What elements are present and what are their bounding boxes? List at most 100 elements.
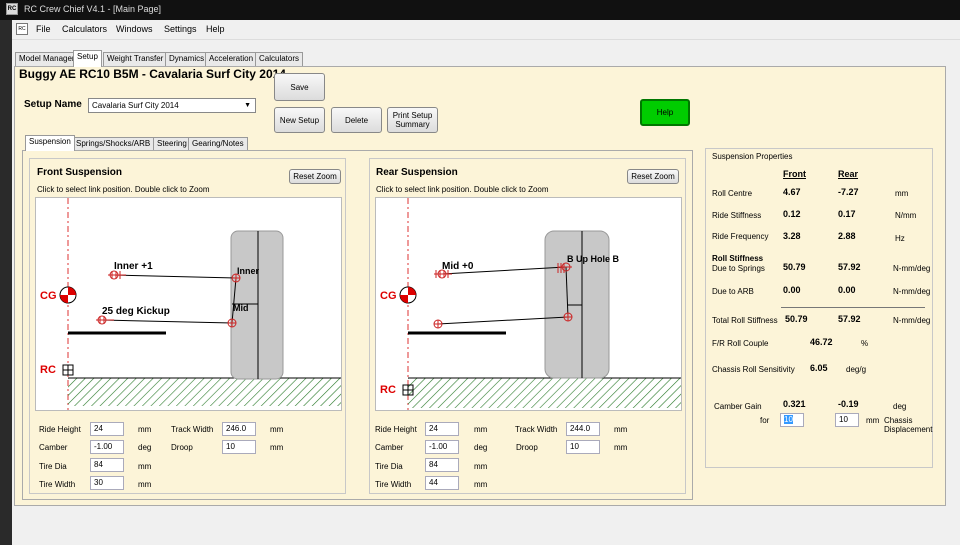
rear-suspension-title: Rear Suspension <box>376 167 458 178</box>
menu-settings[interactable]: Settings <box>164 24 197 34</box>
front-camber-label: Camber <box>39 443 68 452</box>
tab-calculators[interactable]: Calculators <box>255 52 304 66</box>
tab-acceleration[interactable]: Acceleration <box>205 52 258 66</box>
rear-droop-input[interactable]: 10 <box>566 440 600 454</box>
rear-tire-width-input[interactable]: 44 <box>425 476 459 490</box>
rear-cg-label: CG <box>380 290 397 302</box>
front-inner-pivot-markers[interactable] <box>96 270 241 328</box>
menu-help[interactable]: Help <box>206 24 225 34</box>
camber-gain-unit: deg <box>893 402 907 411</box>
sum-divider <box>781 307 925 308</box>
front-geometry-svg[interactable]: CG RC Inner +1 25 deg Kickup Inner Mid <box>36 198 342 411</box>
print-setup-summary-button[interactable]: Print Setup Summary <box>387 107 438 133</box>
front-tire-width-input[interactable]: 30 <box>90 476 124 490</box>
rear-suspension-hint: Click to select link position. Double cl… <box>376 185 549 194</box>
chevron-down-icon[interactable]: ▼ <box>244 99 251 112</box>
front-cg-label: CG <box>40 290 57 302</box>
rear-ride-height-unit: mm <box>474 425 488 434</box>
due-springs-unit: N-mm/deg <box>893 264 931 273</box>
front-ride-height-label: Ride Height <box>39 425 81 434</box>
title-bar: RC RC Crew Chief V4.1 - [Main Page] <box>0 0 960 20</box>
rear-tire-dia-label: Tire Dia <box>375 462 403 471</box>
front-ride-height-input[interactable]: 24 <box>90 422 124 436</box>
chassis-displacement-label: Chassis Displacement <box>884 416 933 434</box>
front-reset-zoom-button[interactable]: Reset Zoom <box>289 169 341 184</box>
save-button[interactable]: Save <box>274 73 325 101</box>
menu-windows[interactable]: Windows <box>116 24 153 34</box>
front-tire-dia-label: Tire Dia <box>39 462 67 471</box>
props-front-header: Front <box>783 169 806 179</box>
rc-marker-icon <box>62 364 74 376</box>
front-tire-width-label: Tire Width <box>39 480 76 489</box>
ride-frequency-unit: Hz <box>895 234 905 243</box>
tab-gearing-notes[interactable]: Gearing/Notes <box>188 137 248 150</box>
front-tire-dia-unit: mm <box>138 462 152 471</box>
for-label: for <box>760 416 770 425</box>
setup-name-select[interactable]: Cavalaria Surf City 2014 ▼ <box>88 98 256 113</box>
menu-calculators[interactable]: Calculators <box>62 24 107 34</box>
rear-track-width-label: Track Width <box>515 425 558 434</box>
rear-droop-label: Droop <box>516 443 538 452</box>
rear-track-width-unit: mm <box>614 425 628 434</box>
front-camber-input[interactable]: -1.00 <box>90 440 124 454</box>
menu-bar: RC File Calculators Windows Settings Hel… <box>12 20 960 40</box>
delete-button[interactable]: Delete <box>331 107 382 133</box>
camber-gain-label: Camber Gain <box>714 402 762 411</box>
page-title: Buggy AE RC10 B5M - Cavalaria Surf City … <box>19 67 286 81</box>
displacement-front-value: 10 <box>784 415 793 424</box>
front-ground-hatch <box>68 378 341 406</box>
tab-suspension[interactable]: Suspension <box>25 135 75 151</box>
roll-centre-front: 4.67 <box>783 187 801 197</box>
displacement-front-input[interactable]: 10 <box>780 413 804 427</box>
front-suspension-diagram[interactable]: CG RC Inner +1 25 deg Kickup Inner Mid <box>35 197 342 411</box>
displacement-rear-input[interactable]: 10 <box>835 413 859 427</box>
front-track-width-label: Track Width <box>171 425 214 434</box>
ride-stiffness-label: Ride Stiffness <box>712 211 762 220</box>
front-droop-label: Droop <box>171 443 193 452</box>
camber-gain-rear: -0.19 <box>838 399 859 409</box>
rear-tire-dia-input[interactable]: 84 <box>425 458 459 472</box>
front-outer-mid-label: Mid <box>233 303 249 313</box>
rear-tire-width-label: Tire Width <box>375 480 412 489</box>
fr-couple-value: 46.72 <box>810 337 833 347</box>
tab-weight-transfer[interactable]: Weight Transfer <box>103 52 168 66</box>
new-setup-button[interactable]: New Setup <box>274 107 325 133</box>
rear-outer-top-label: B Up Hole B <box>567 254 620 264</box>
menu-file[interactable]: File <box>36 24 51 34</box>
front-droop-unit: mm <box>270 443 284 452</box>
rear-track-width-input[interactable]: 244.0 <box>566 422 600 436</box>
front-kickup-label: 25 deg Kickup <box>102 306 170 317</box>
front-suspension-hint: Click to select link position. Double cl… <box>37 185 210 194</box>
setup-name-value: Cavalaria Surf City 2014 <box>92 101 179 110</box>
rear-geometry-svg[interactable]: CG RC Mid +0 B Up Hole B <box>376 198 682 411</box>
tab-setup[interactable]: Setup <box>73 50 102 67</box>
mdi-child-icon[interactable]: RC <box>16 23 28 35</box>
ride-stiffness-front: 0.12 <box>783 209 801 219</box>
rear-rc-label: RC <box>380 384 396 396</box>
front-camber-unit: deg <box>138 443 152 452</box>
rear-droop-unit: mm <box>614 443 628 452</box>
total-roll-rear: 57.92 <box>838 314 861 324</box>
tab-dynamics[interactable]: Dynamics <box>165 52 209 66</box>
rear-reset-zoom-button[interactable]: Reset Zoom <box>627 169 679 184</box>
front-droop-input[interactable]: 10 <box>222 440 256 454</box>
props-title: Suspension Properties <box>712 152 793 161</box>
roll-stiffness-header: Roll Stiffness <box>712 254 764 263</box>
chassis-roll-value: 6.05 <box>810 363 828 373</box>
tab-steering[interactable]: Steering <box>153 137 191 150</box>
rear-tire-width-unit: mm <box>474 480 488 489</box>
app-logo-icon: RC <box>6 3 18 15</box>
tab-model-manager[interactable]: Model Manager <box>15 52 79 66</box>
help-button[interactable]: Help <box>640 99 690 126</box>
rear-camber-input[interactable]: -1.00 <box>425 440 459 454</box>
front-tire-width-unit: mm <box>138 480 152 489</box>
front-tire-dia-input[interactable]: 84 <box>90 458 124 472</box>
status-area <box>12 506 960 545</box>
tab-springs-shocks-arb[interactable]: Springs/Shocks/ARB <box>72 137 155 150</box>
front-ride-height-unit: mm <box>138 425 152 434</box>
ride-stiffness-unit: N/mm <box>895 211 917 220</box>
front-track-width-input[interactable]: 246.0 <box>222 422 256 436</box>
rear-inner-label: Mid +0 <box>442 261 474 272</box>
rear-ride-height-input[interactable]: 24 <box>425 422 459 436</box>
rear-suspension-diagram[interactable]: CG RC Mid +0 B Up Hole B <box>375 197 682 411</box>
